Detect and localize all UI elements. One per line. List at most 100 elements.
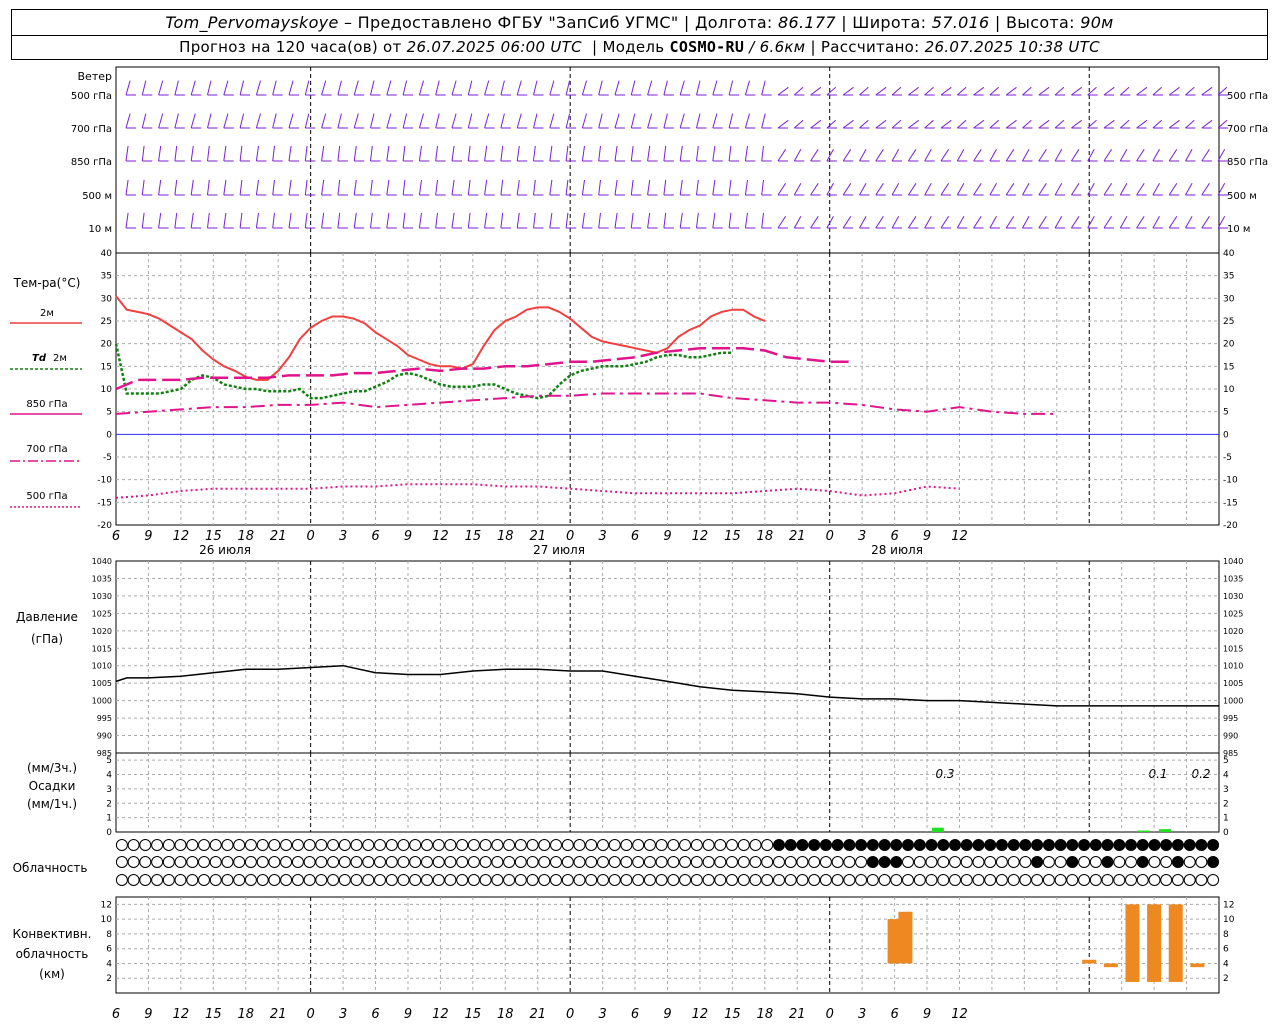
wind-barb — [467, 113, 473, 129]
cloud-symbol — [338, 839, 351, 851]
x-tick-label: 12 — [692, 529, 709, 544]
temp-tick-right: 5 — [1223, 408, 1229, 418]
wind-barb — [158, 179, 162, 196]
wind-barb — [174, 113, 179, 129]
cloud-symbol — [690, 874, 703, 886]
convective-title-2: облачность — [16, 947, 89, 961]
wind-barb — [1054, 86, 1065, 96]
cloud-symbol — [831, 874, 844, 886]
wind-barb — [549, 80, 555, 96]
x-tick-label: 21 — [789, 529, 806, 544]
cloud-symbol — [139, 839, 152, 851]
temp-tick-left: -20 — [97, 521, 112, 531]
cloud-symbol — [327, 874, 340, 886]
cloud-symbol — [1054, 856, 1067, 868]
x-tick-label: 15 — [205, 529, 222, 544]
wind-barb — [614, 113, 620, 129]
wind-barb — [793, 183, 802, 196]
temp-tick-left: -5 — [103, 453, 112, 463]
cloud-symbol — [350, 839, 363, 851]
wind-barb — [1022, 149, 1030, 162]
wind-barb — [158, 145, 162, 162]
wind-barb — [842, 149, 852, 162]
cloud-symbol — [714, 874, 727, 886]
wind-barb — [696, 80, 701, 96]
x-tick-label: 12 — [432, 529, 449, 544]
wind-barb — [451, 212, 455, 229]
cloud-symbol — [1125, 856, 1137, 868]
wind-barb — [630, 179, 634, 196]
cloud-symbol — [244, 839, 257, 851]
cloud-symbol — [327, 839, 340, 851]
wind-barb — [1070, 149, 1080, 162]
cloud-symbol — [244, 856, 257, 868]
cloud-symbol — [1183, 839, 1196, 851]
wind-barb — [907, 149, 917, 162]
cloud-symbol — [702, 874, 715, 886]
temp-tick-right: 35 — [1223, 272, 1234, 282]
cloud-symbol — [421, 856, 433, 868]
wind-barb — [630, 80, 636, 96]
cloud-symbol — [479, 856, 492, 868]
cloud-symbol — [362, 856, 375, 868]
wind-barb — [1185, 86, 1195, 96]
x-tick-label: 15 — [724, 1007, 741, 1022]
cloud-symbol — [1195, 874, 1208, 886]
x-tick-label: 12 — [692, 1007, 709, 1022]
x-tick-label: 9 — [144, 1007, 152, 1022]
cloud-symbol — [726, 839, 738, 851]
cloud-symbol — [831, 839, 844, 851]
wind-barb — [696, 113, 701, 129]
cloud-symbol — [350, 856, 363, 868]
cloud-symbol — [1125, 839, 1137, 851]
conv-tick-right: 8 — [1223, 930, 1229, 940]
pressure-tick-left: 990 — [97, 732, 112, 741]
wind-barb — [826, 216, 834, 229]
wind-barb — [451, 145, 455, 162]
cloud-symbols — [115, 839, 1220, 886]
cloud-symbol — [1019, 856, 1032, 868]
cloud-symbol — [702, 839, 715, 851]
cloud-symbol — [949, 874, 961, 886]
wind-barb — [924, 86, 934, 96]
temp-tick-left: 10 — [101, 385, 113, 395]
wind-panel: Ветер 500 гПа 700 гПа 850 гПа 500 м 10 м… — [71, 70, 1268, 235]
cloud-symbol — [1171, 856, 1184, 868]
cloud-symbol — [432, 874, 445, 886]
wind-barb — [761, 80, 766, 96]
td-line — [114, 343, 733, 400]
wind-barb — [484, 179, 488, 196]
wind-barb — [125, 179, 129, 196]
precip-tick-right: 0 — [1223, 828, 1229, 838]
cloud-symbol — [1042, 856, 1055, 868]
cloud-symbol — [620, 856, 633, 868]
cloud-symbol — [291, 839, 304, 851]
pressure-tick-left: 1010 — [92, 662, 112, 671]
wind-level-850hpa-left: 850 гПа — [71, 157, 112, 168]
wind-barb — [337, 212, 341, 229]
wind-barb — [1071, 119, 1082, 129]
cloud-symbol — [198, 856, 210, 868]
cloud-symbol — [808, 874, 821, 886]
wind-barb — [1152, 216, 1160, 229]
cloud-symbol — [1160, 874, 1173, 886]
x-tick-label: 21 — [270, 529, 287, 544]
wind-barb — [956, 216, 965, 229]
temp-tick-left: -10 — [97, 476, 112, 486]
wind-barb — [223, 113, 229, 129]
cloud-symbol — [960, 874, 973, 886]
cloud-symbol — [432, 856, 445, 868]
cloud-symbol — [456, 839, 469, 851]
cloud-symbol — [467, 856, 480, 868]
wind-barb — [1136, 183, 1145, 196]
cloud-symbol — [819, 856, 832, 868]
cloud-symbol — [1089, 874, 1102, 886]
conv-tick-right: 12 — [1223, 900, 1234, 910]
wind-barb — [500, 113, 505, 129]
cloud-symbol — [632, 874, 645, 886]
cloud-symbol — [1148, 874, 1161, 886]
pressure-tick-right: 1015 — [1223, 644, 1243, 653]
wind-level-700hpa-right: 700 гПа — [1227, 124, 1268, 135]
cloud-symbol — [1160, 856, 1173, 868]
wind-barb — [663, 80, 668, 96]
